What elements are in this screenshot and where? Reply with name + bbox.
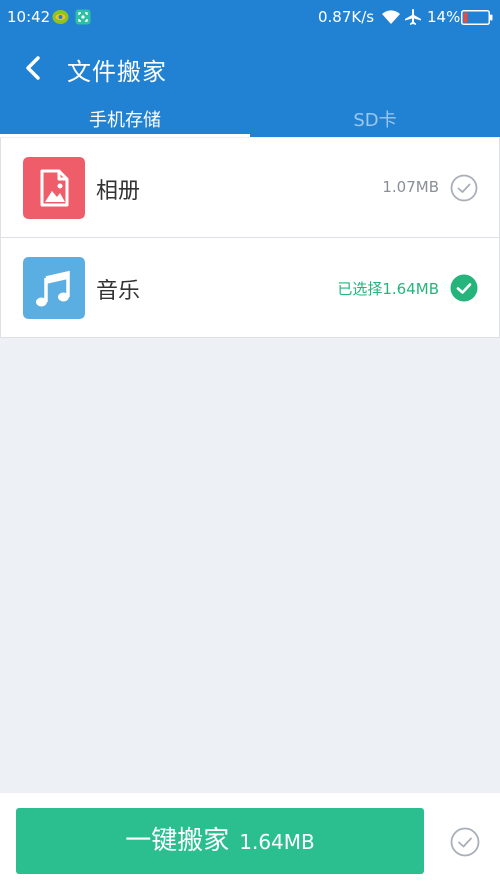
item-size: 已选择1.64MB (337, 280, 439, 298)
battery-percent: 14% (427, 8, 461, 26)
wifi-icon (382, 10, 400, 24)
music-note-icon (23, 257, 85, 319)
check-circle-filled-icon[interactable] (450, 274, 478, 302)
check-circle-icon[interactable] (450, 174, 478, 202)
status-time: 10:42 (7, 8, 51, 26)
airplane-icon (405, 9, 421, 25)
one-click-move-button[interactable]: 一键搬家 1.64MB (16, 808, 424, 874)
item-label: 音乐 (96, 279, 141, 304)
item-size: 1.07MB (382, 178, 439, 196)
app-bar: 文件搬家 手机存储 SD卡 (0, 34, 500, 137)
list-item-photos[interactable]: 相册 1.07MB (0, 138, 500, 238)
bottom-bar: 一键搬家 1.64MB (0, 793, 500, 888)
tab-sd-card[interactable]: SD卡 (250, 106, 500, 137)
photo-album-icon (23, 157, 85, 219)
battery-icon (461, 10, 493, 25)
chevron-left-icon[interactable] (20, 50, 48, 86)
list-item-music[interactable]: 音乐 已选择1.64MB (0, 238, 500, 338)
tab-phone-storage[interactable]: 手机存储 (0, 106, 250, 137)
file-category-list: 相册 1.07MB 音乐 已选择1.64MB (0, 138, 500, 338)
item-label: 相册 (96, 179, 141, 204)
tab-indicator (0, 134, 250, 137)
page-title: 文件搬家 (67, 58, 167, 86)
select-all-check-icon[interactable] (450, 827, 480, 857)
button-label: 一键搬家 (125, 826, 230, 856)
status-bar: 10:42 0.87K/s 14% (0, 0, 500, 34)
screenshot-icon (75, 9, 91, 25)
notification-app-icon (52, 10, 69, 24)
net-speed: 0.87K/s (318, 8, 375, 26)
button-amount: 1.64MB (239, 830, 315, 854)
